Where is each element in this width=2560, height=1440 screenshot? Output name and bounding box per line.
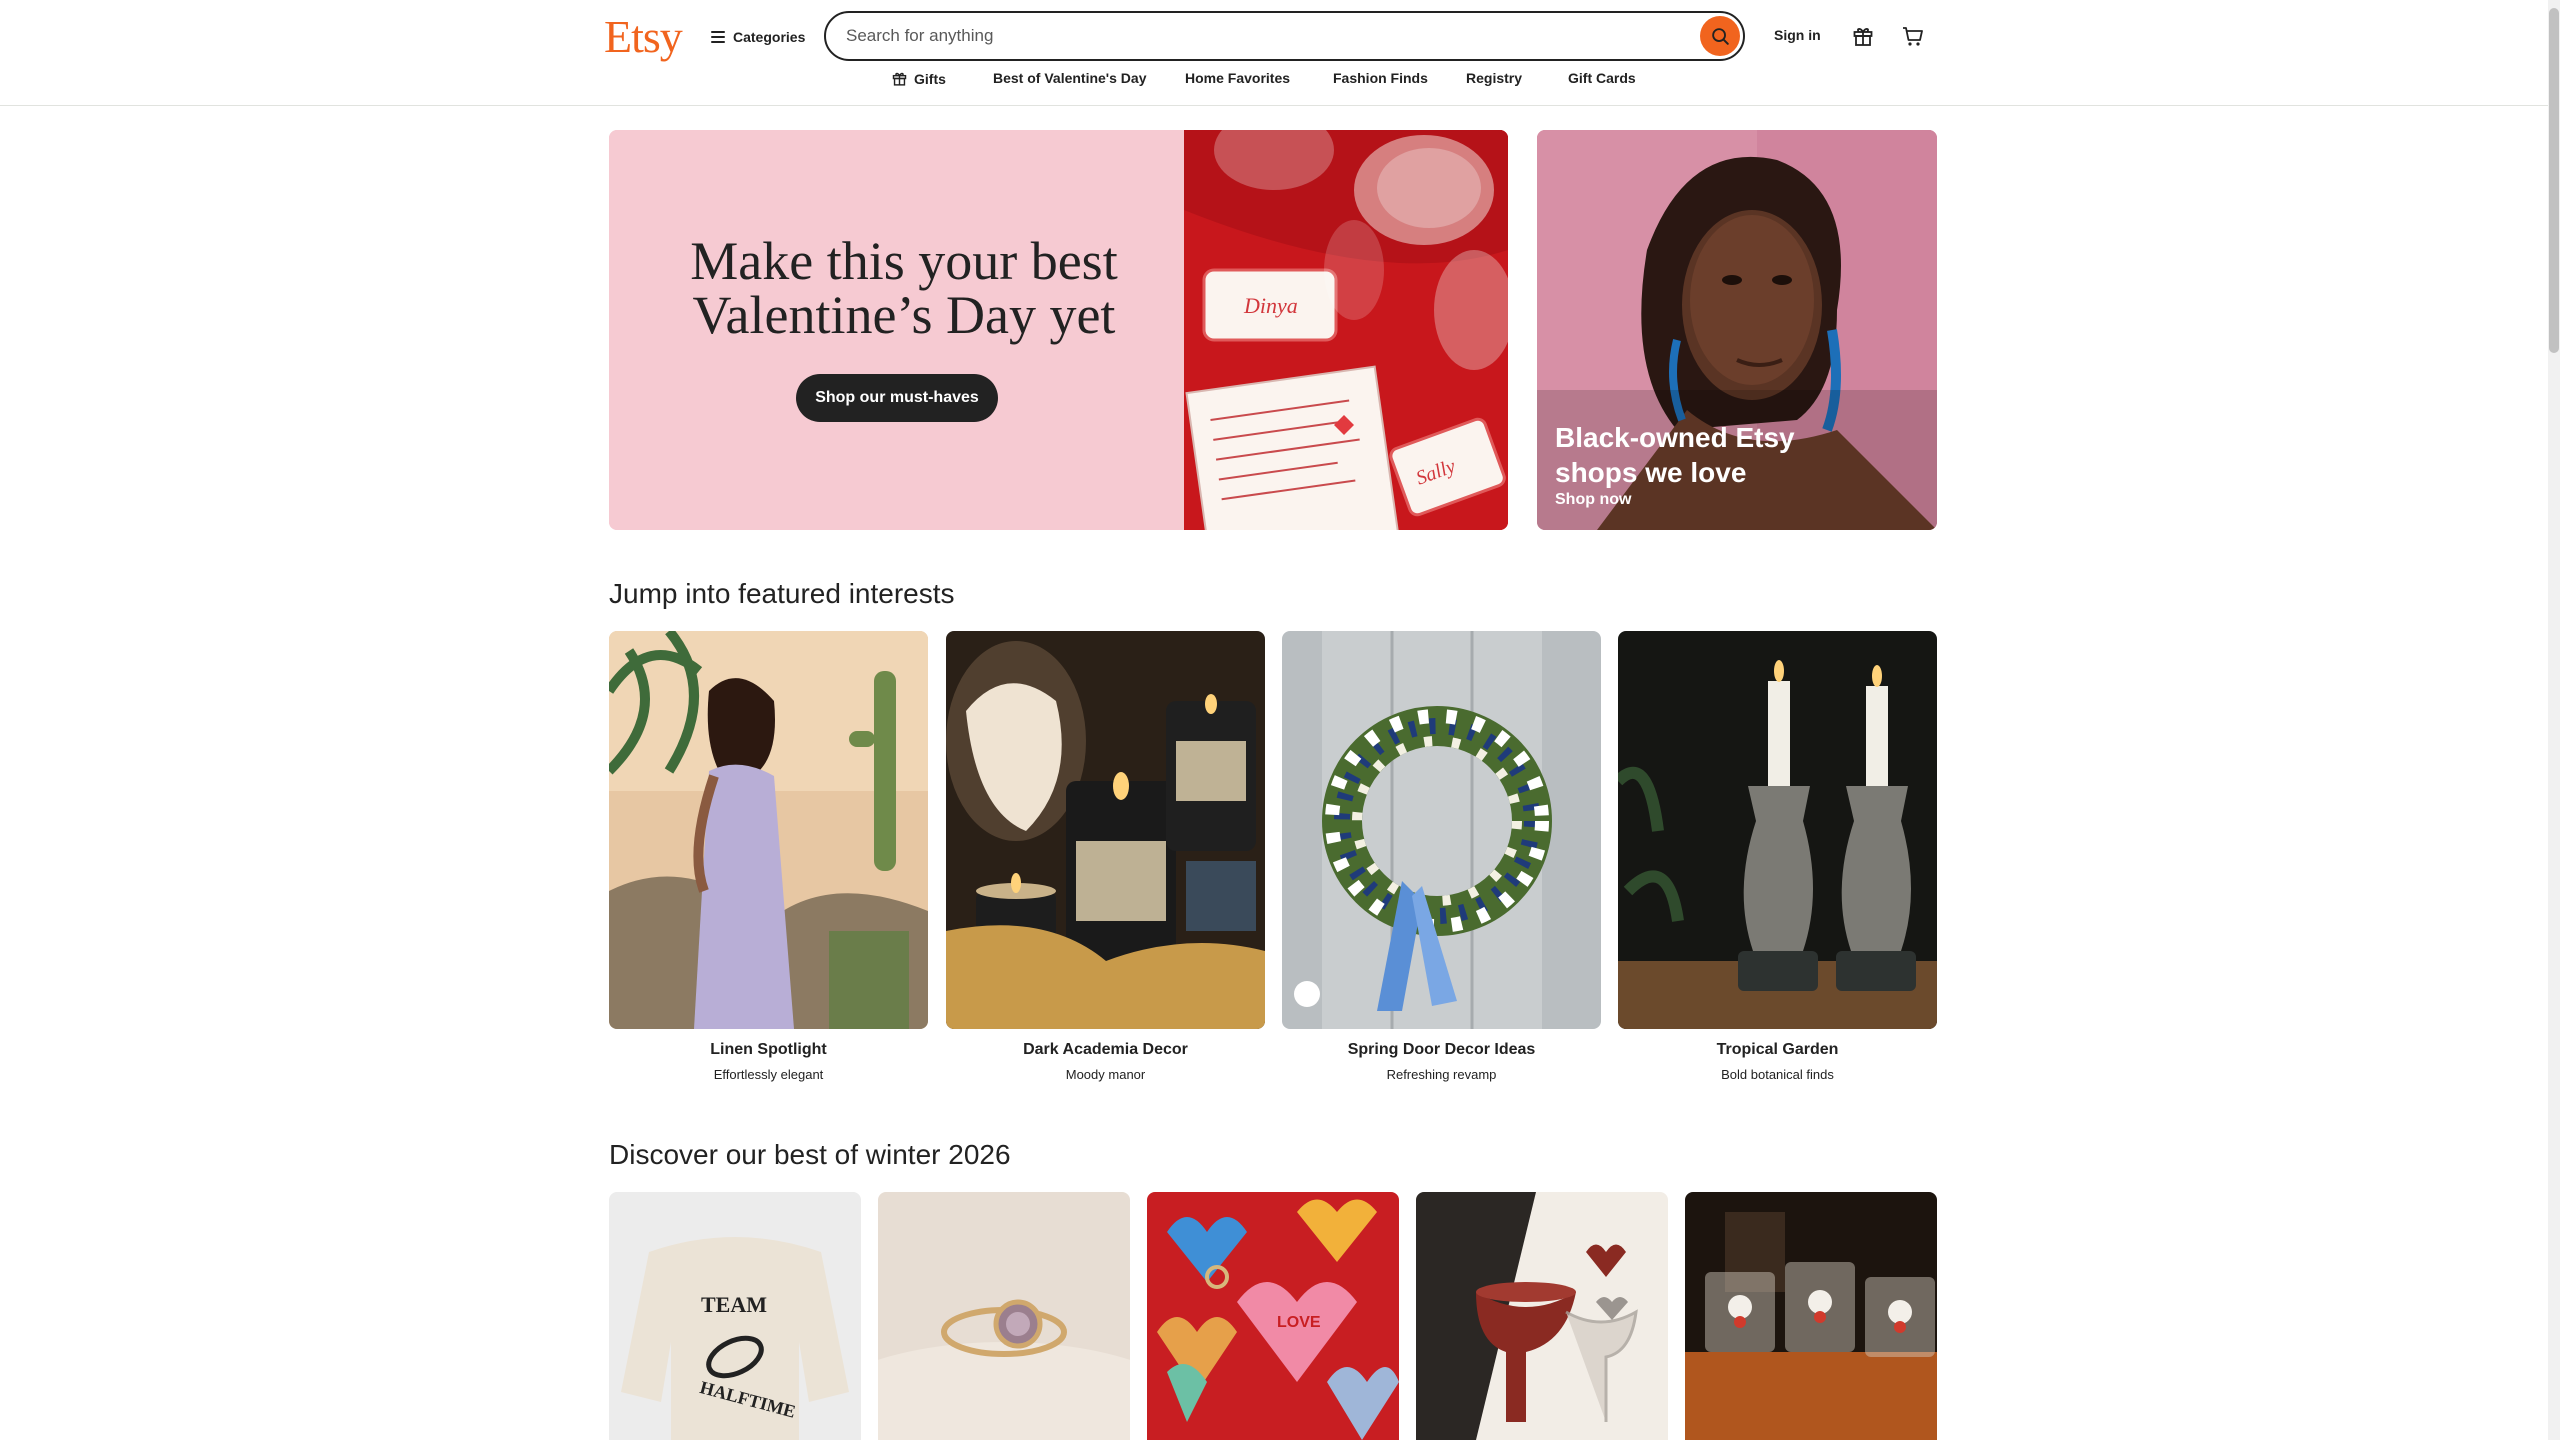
gift-icon [1853, 28, 1873, 46]
cart-icon [1903, 27, 1923, 46]
hero-text-panel: Make this your best Valentine’s Day yet … [609, 130, 1184, 530]
sign-in-link[interactable]: Sign in [1774, 27, 1821, 43]
sub-navigation: Gifts Best of Valentine's Day Home Favor… [0, 70, 2548, 94]
spring-door-image [1282, 631, 1601, 1029]
search-input[interactable] [846, 16, 1666, 56]
dark-academia-image [946, 631, 1265, 1029]
interest-name: Linen Spotlight [710, 1041, 827, 1058]
interest-subtitle: Effortlessly elegant [713, 1067, 824, 1082]
shop-now-link[interactable]: Shop now [1555, 491, 1631, 509]
winter-card-ring[interactable] [878, 1192, 1130, 1440]
interest-name: Spring Door Decor Ideas [1347, 1041, 1536, 1058]
site-header: Etsy Categories Sign in [0, 0, 2548, 106]
subnav-fashion-finds[interactable]: Fashion Finds [1333, 70, 1428, 86]
search-icon [1712, 28, 1729, 45]
gift-button[interactable] [1849, 22, 1877, 50]
subnav-gifts-label: Gifts [914, 70, 946, 87]
subnav-valentines[interactable]: Best of Valentine's Day [993, 70, 1147, 86]
side-banner-title: Black-owned Etsy shops we love [1555, 422, 1795, 488]
subnav-gift-cards[interactable]: Gift Cards [1568, 70, 1636, 86]
tropical-garden-image [1618, 631, 1937, 1029]
valentines-table-photo[interactable]: Dinya Sally [1184, 130, 1508, 530]
interest-subtitle: Bold botanical finds [1721, 1067, 1834, 1082]
winter-card-sweatshirt[interactable]: TEAM HALFTIME [609, 1192, 861, 1440]
menu-icon [711, 31, 725, 43]
cart-button[interactable] [1899, 22, 1927, 50]
winter-card-whiskey-glasses[interactable] [1685, 1192, 1937, 1440]
featured-interests-heading: Jump into featured interests [609, 578, 955, 609]
etsy-logo[interactable]: Etsy [604, 10, 683, 63]
interest-name: Tropical Garden [1716, 1041, 1839, 1058]
hero-title-line-1: Make this your best [690, 231, 1118, 291]
gift-icon [892, 72, 907, 86]
subnav-home-favorites[interactable]: Home Favorites [1185, 70, 1290, 86]
categories-label: Categories [733, 29, 806, 45]
linen-spotlight-image [609, 631, 928, 1029]
interest-subtitle: Refreshing revamp [1386, 1067, 1497, 1082]
valentines-hero-banner: Make this your best Valentine’s Day yet … [609, 130, 1508, 530]
hero-title-line-2: Valentine’s Day yet [692, 285, 1116, 345]
search-button[interactable] [1700, 16, 1740, 56]
interest-card-tropical-garden[interactable]: Tropical Garden Bold botanical finds [1618, 631, 1937, 1082]
interest-card-spring-door[interactable]: Spring Door Decor Ideas Refreshing revam… [1282, 631, 1601, 1082]
svg-text:Dinya: Dinya [1243, 293, 1298, 318]
interest-card-dark-academia[interactable]: Dark Academia Decor Moody manor [946, 631, 1265, 1082]
interest-subtitle: Moody manor [1065, 1067, 1146, 1082]
scrollbar-thumb[interactable] [2549, 8, 2559, 353]
interest-name: Dark Academia Decor [1023, 1041, 1188, 1058]
hero-title: Make this your best Valentine’s Day yet [629, 234, 1179, 342]
shop-must-haves-button[interactable]: Shop our must-haves [796, 374, 998, 422]
subnav-registry[interactable]: Registry [1466, 70, 1522, 86]
interest-card-linen-spotlight[interactable]: Linen Spotlight Effortlessly elegant [609, 631, 928, 1082]
winter-heading: Discover our best of winter 2026 [609, 1139, 1011, 1170]
svg-text:TEAM: TEAM [701, 1292, 767, 1317]
svg-text:LOVE: LOVE [1277, 1314, 1321, 1331]
winter-card-heart-keychains[interactable]: LOVE [1147, 1192, 1399, 1440]
search-bar [824, 11, 1745, 61]
winter-card-cocktail[interactable] [1416, 1192, 1668, 1440]
black-owned-shops-banner[interactable]: Black-owned Etsy shops we love Shop now [1537, 130, 1937, 530]
categories-button[interactable]: Categories [711, 24, 805, 50]
subnav-gifts[interactable]: Gifts [891, 70, 946, 87]
